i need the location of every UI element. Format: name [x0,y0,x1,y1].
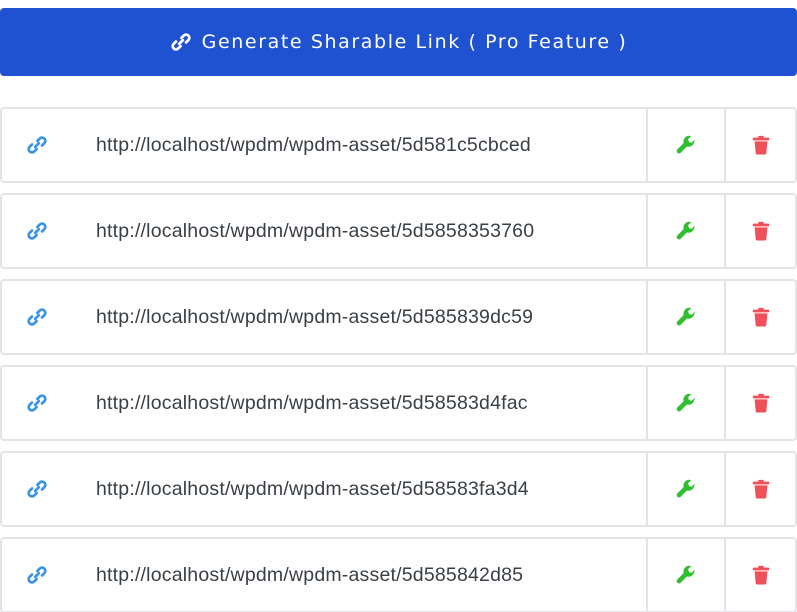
link-icon [26,564,48,586]
trash-icon [750,392,772,414]
link-url-input[interactable] [96,477,646,501]
link-icon [26,392,48,414]
link-url-input[interactable] [96,305,646,329]
delete-link-button[interactable] [726,193,797,269]
wrench-icon [675,564,697,586]
wrench-icon [675,220,697,242]
link-url-cell [72,107,648,183]
delete-link-button[interactable] [726,107,797,183]
link-icon-cell [0,365,72,441]
delete-link-button[interactable] [726,451,797,527]
shared-link-row [0,537,797,612]
wrench-icon [675,134,697,156]
edit-link-button[interactable] [648,279,726,355]
link-url-input[interactable] [96,391,646,415]
link-icon [26,220,48,242]
link-icon-cell [0,451,72,527]
link-url-input[interactable] [96,133,646,157]
shared-link-row [0,365,797,441]
generate-sharable-link-button[interactable]: Generate Sharable Link ( Pro Feature ) [0,8,797,76]
link-icon [170,31,192,53]
link-url-cell [72,537,648,612]
wrench-icon [675,392,697,414]
trash-icon [750,564,772,586]
trash-icon [750,220,772,242]
link-icon-cell [0,193,72,269]
link-url-input[interactable] [96,219,646,243]
delete-link-button[interactable] [726,279,797,355]
delete-link-button[interactable] [726,365,797,441]
shared-links-list [0,107,797,612]
link-url-cell [72,365,648,441]
edit-link-button[interactable] [648,193,726,269]
link-icon [26,478,48,500]
generate-button-label: Generate Sharable Link ( Pro Feature ) [201,31,628,53]
wrench-icon [675,306,697,328]
link-url-cell [72,451,648,527]
link-icon [26,134,48,156]
link-icon-cell [0,279,72,355]
link-url-cell [72,279,648,355]
wrench-icon [675,478,697,500]
trash-icon [750,306,772,328]
shared-link-row [0,107,797,183]
shared-link-row [0,451,797,527]
link-icon-cell [0,107,72,183]
link-icon [26,306,48,328]
link-url-input[interactable] [96,563,646,587]
shared-link-row [0,193,797,269]
edit-link-button[interactable] [648,537,726,612]
edit-link-button[interactable] [648,107,726,183]
link-url-cell [72,193,648,269]
trash-icon [750,478,772,500]
trash-icon [750,134,772,156]
edit-link-button[interactable] [648,451,726,527]
link-icon-cell [0,537,72,612]
edit-link-button[interactable] [648,365,726,441]
delete-link-button[interactable] [726,537,797,612]
shared-link-row [0,279,797,355]
